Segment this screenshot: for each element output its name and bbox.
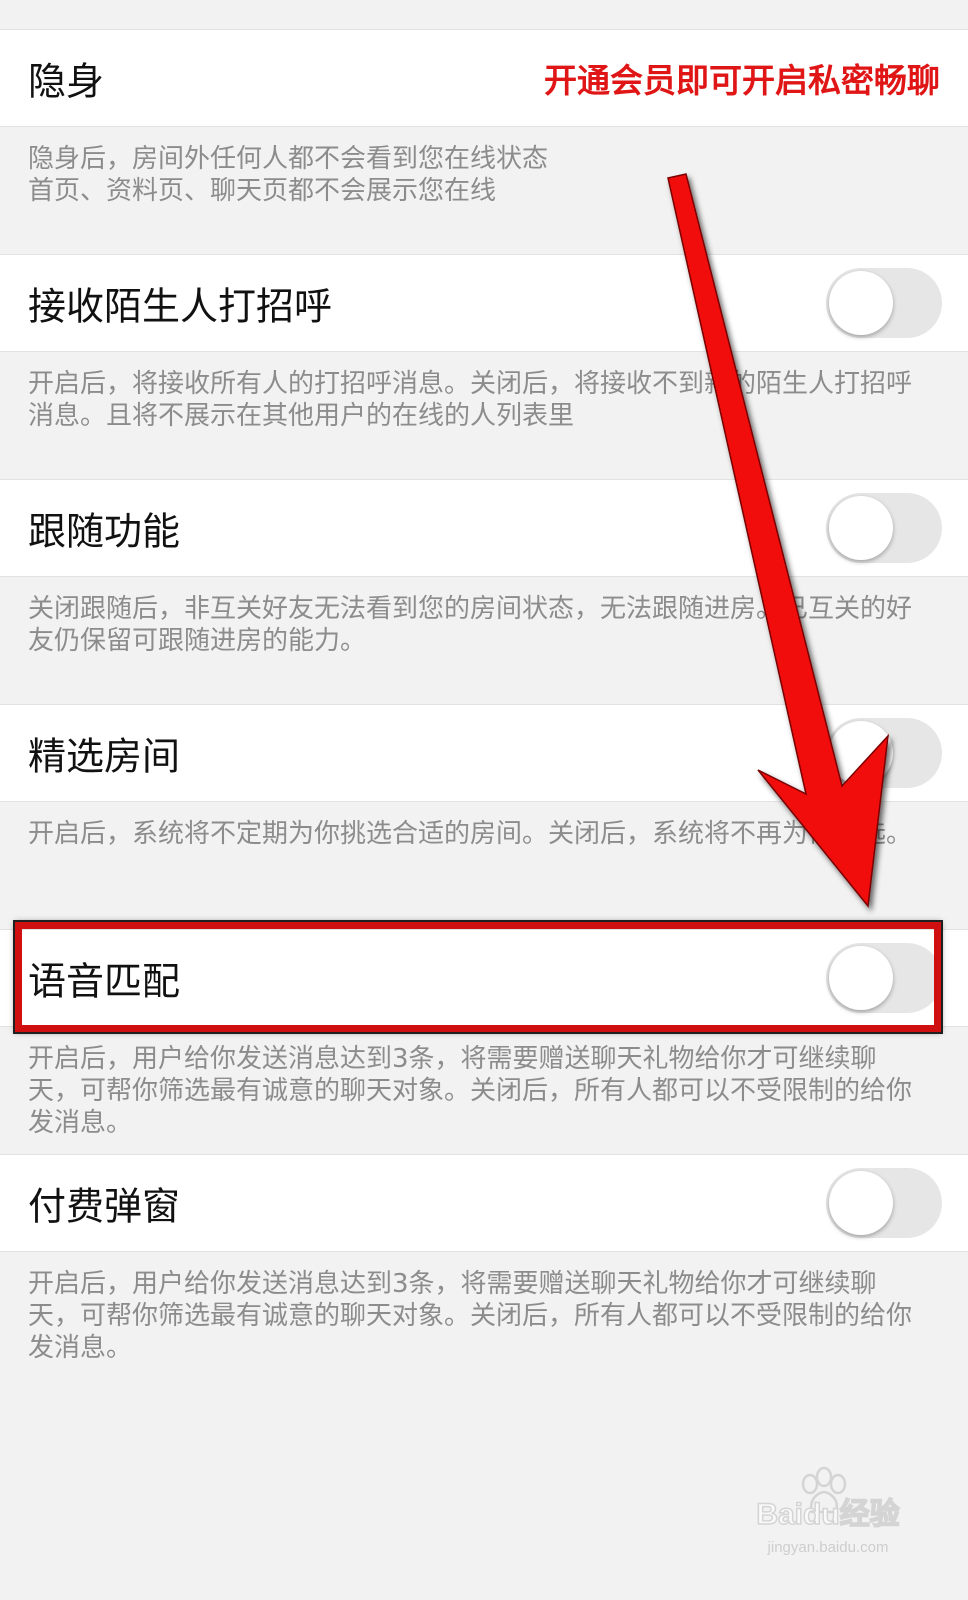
- baidu-watermark-logo: Baidu经验 jingyan.baidu.com: [756, 1466, 900, 1556]
- setting-row-paid-popup: 付费弹窗: [0, 1154, 968, 1252]
- setting-description: 开启后，系统将不定期为你挑选合适的房间。关闭后，系统将不再为你挑选。: [28, 819, 913, 849]
- vip-upsell-link[interactable]: 开通会员即可开启私密畅聊: [544, 54, 940, 102]
- setting-description: 开启后，将接收所有人的打招呼消息。关闭后，将接收不到新的陌生人打招呼消息。且将不…: [28, 369, 913, 431]
- setting-title: 接收陌生人打招呼: [28, 284, 333, 329]
- setting-title: 隐身: [28, 59, 105, 104]
- watermark-url: jingyan.baidu.com: [767, 1539, 889, 1556]
- setting-row-voice-match: 语音匹配: [0, 929, 968, 1027]
- setting-row-stranger-greetings: 接收陌生人打招呼: [0, 254, 968, 352]
- toggle-knob: [829, 496, 893, 560]
- toggle-switch[interactable]: [826, 943, 942, 1013]
- toggle-knob: [829, 271, 893, 335]
- setting-title: 语音匹配: [28, 959, 181, 1004]
- setting-description: 关闭跟随后，非互关好友无法看到您的房间状态，无法跟随进房。已互关的好友仍保留可跟…: [28, 594, 913, 656]
- toggle-knob: [829, 946, 893, 1010]
- toggle-switch[interactable]: [826, 493, 942, 563]
- setting-row-follow: 跟随功能: [0, 479, 968, 577]
- setting-row-invisible[interactable]: 隐身 开通会员即可开启私密畅聊: [0, 29, 968, 127]
- setting-title: 跟随功能: [28, 509, 181, 554]
- setting-description: 开启后，用户给你发送消息达到3条，将需要赠送聊天礼物给你才可继续聊天，可帮你筛选…: [28, 1269, 913, 1363]
- toggle-knob: [829, 1171, 893, 1235]
- setting-description: 开启后，用户给你发送消息达到3条，将需要赠送聊天礼物给你才可继续聊天，可帮你筛选…: [28, 1044, 913, 1138]
- watermark-brand: Baidu经验: [756, 1497, 899, 1531]
- toggle-switch[interactable]: [826, 1168, 942, 1238]
- toggle-switch[interactable]: [826, 268, 942, 338]
- toggle-knob: [829, 721, 893, 785]
- setting-description: 隐身后，房间外任何人都不会看到您在线状态 首页、资料页、聊天页都不会展示您在线: [28, 144, 549, 206]
- toggle-switch[interactable]: [826, 718, 942, 788]
- setting-title: 付费弹窗: [28, 1184, 181, 1229]
- setting-row-featured-rooms: 精选房间: [0, 704, 968, 802]
- setting-title: 精选房间: [28, 734, 181, 779]
